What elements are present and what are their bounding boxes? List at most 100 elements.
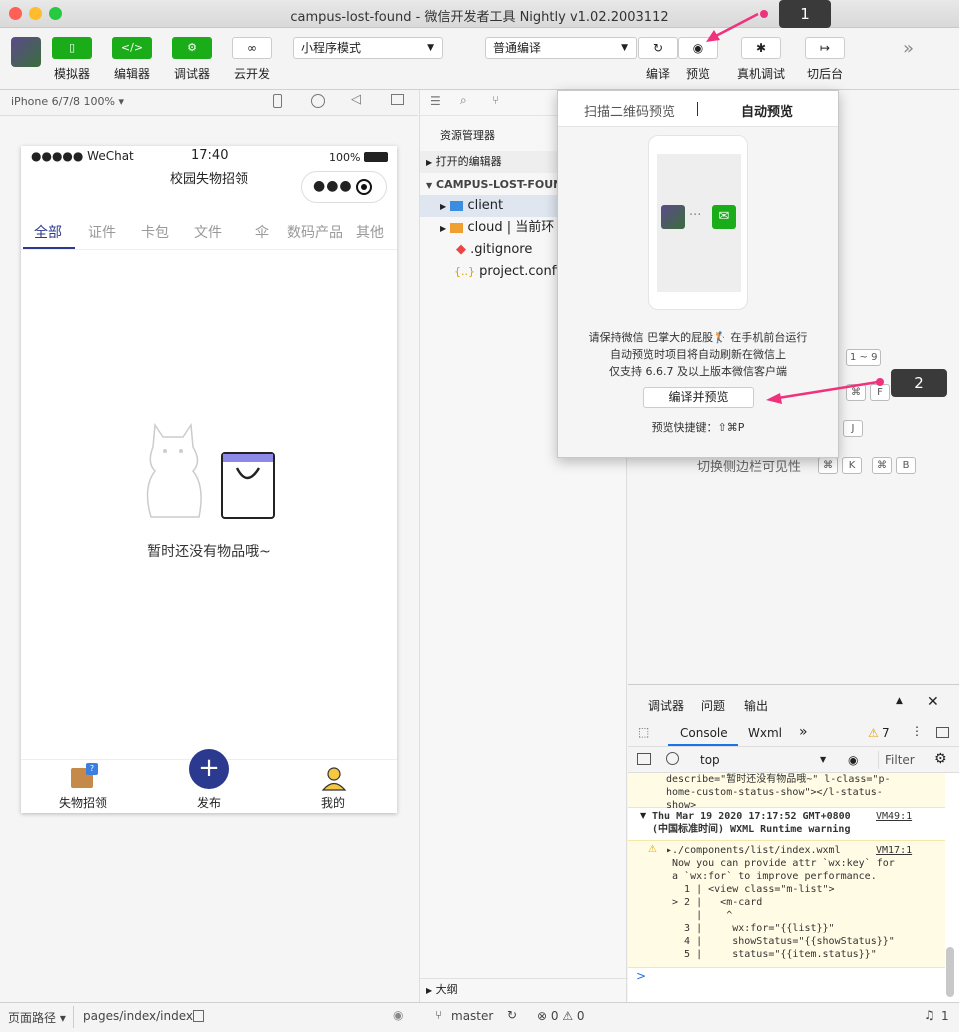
devtools-subtabs: ⬚ Console Wxml » ⚠ 7 ⋮ (628, 719, 959, 747)
chevron-down-icon[interactable]: ▼ (820, 755, 826, 764)
search-icon[interactable]: ⌕ (460, 93, 467, 108)
key-b: B (896, 457, 916, 474)
explorer-title: 资源管理器 (440, 129, 495, 142)
list-icon[interactable]: ☰ (430, 94, 441, 108)
expand-icon[interactable]: ▼ (640, 811, 646, 820)
git-icon: ◆ (456, 242, 466, 257)
cloud-label: 云开发 (233, 67, 270, 81)
chevron-down-icon: ▼ (427, 43, 434, 53)
copy-icon[interactable] (193, 1010, 204, 1022)
kebab-icon[interactable]: ⋮ (911, 724, 923, 738)
preview-shortcut-text: 预览快捷键：⇧⌘P (651, 421, 745, 434)
context-select[interactable]: top (700, 753, 720, 767)
gear-icon[interactable]: ⚙ (934, 751, 947, 767)
tab-digital[interactable]: 数码产品 (287, 222, 343, 242)
eye-icon[interactable]: ◉ (393, 1008, 403, 1022)
folder-icon (450, 200, 464, 211)
tab-all[interactable]: 全部 (34, 222, 62, 242)
phone-icon[interactable] (273, 94, 282, 108)
divider (73, 1006, 74, 1028)
simulator-label: 模拟器 (53, 67, 90, 81)
dots-text: ··· (689, 208, 702, 223)
warning-count: 7 (882, 726, 890, 740)
more-dots-icon[interactable]: ●●● (313, 178, 353, 194)
json-icon: {..} (454, 265, 475, 278)
toggle-sidebar-text: 切换侧边栏可见性 (697, 460, 802, 475)
compile-button[interactable]: ↻ (638, 37, 678, 59)
compile-select[interactable]: 普通编译 ▼ (485, 37, 637, 59)
bag-top (223, 454, 273, 462)
warning-link[interactable]: VM49:1 (876, 810, 912, 823)
publish-button[interactable]: + (189, 749, 229, 789)
window-icon[interactable] (391, 94, 404, 105)
popup-line1: 请保持微信 巴掌大的屁股🏌 在手机前台运行 (588, 331, 808, 344)
cloud-button[interactable]: ∞ (232, 37, 272, 59)
tab-mine-label[interactable]: 我的 (321, 794, 345, 811)
tab-console[interactable]: Console (680, 726, 728, 740)
arrow-2 (766, 378, 884, 404)
key-cmd: ⌘ (818, 457, 838, 474)
user-icon[interactable] (321, 765, 347, 791)
warning-file-link[interactable]: VM17:1 (876, 844, 912, 857)
bell-icon[interactable]: ♫ (924, 1008, 935, 1022)
sidebar-toggle-icon[interactable] (637, 753, 651, 765)
project-avatar[interactable] (11, 37, 41, 67)
tab-lost-label[interactable]: 失物招领 (59, 794, 107, 811)
page-path-select[interactable]: 页面路径 ▾ (8, 1009, 66, 1026)
simulator-button[interactable]: ▯ (52, 37, 92, 59)
simulator-bar: iPhone 6/7/8 100% ▾ ◁ (0, 90, 418, 116)
eye-icon[interactable]: ◉ (848, 753, 858, 767)
more-tabs-icon[interactable]: » (799, 724, 808, 740)
dock-icon[interactable] (936, 727, 949, 738)
phone-simulator: ●●●●● WeChat 17:40 100% 校园失物招领 ●●● 全部 证件… (21, 146, 397, 813)
mode-select[interactable]: 小程序模式 ▼ (293, 37, 443, 59)
problems-count[interactable]: ⊗ 0 ⚠ 0 (537, 1009, 585, 1023)
debugger-button[interactable]: ⚙ (172, 37, 212, 59)
tab-publish-label[interactable]: 发布 (197, 794, 221, 811)
popup-tabs: 扫描二维码预览 自动预览 (558, 91, 838, 127)
carrier-text: ●●●●● WeChat (31, 149, 134, 163)
tab-output[interactable]: 输出 (744, 697, 768, 714)
tab-auto-preview[interactable]: 自动预览 (741, 101, 793, 120)
tab-cards[interactable]: 卡包 (141, 222, 169, 242)
close-target-icon[interactable] (356, 179, 372, 195)
chevron-down-icon: ▼ (621, 43, 628, 53)
close-icon[interactable]: ✕ (927, 694, 939, 710)
tab-files[interactable]: 文件 (194, 222, 222, 242)
tab-id[interactable]: 证件 (88, 222, 116, 242)
console-prompt[interactable]: > (636, 969, 646, 983)
callout-1: 1 (779, 0, 831, 28)
record-icon[interactable] (311, 94, 325, 108)
tab-qr-preview[interactable]: 扫描二维码预览 (584, 101, 675, 120)
debugger-label: 调试器 (173, 67, 210, 81)
collapse-icon[interactable]: ▲ (896, 696, 903, 706)
branch-icon[interactable]: ⑂ (492, 93, 499, 107)
outline-header[interactable]: ▶ 大纲 (420, 978, 628, 1000)
mode-select-value: 小程序模式 (301, 41, 362, 55)
capsule-menu[interactable]: ●●● (301, 171, 387, 203)
status-bar: 页面路径 ▾ pages/index/index ◉ ⑂ master ↻ ⊗ … (0, 1002, 959, 1032)
scrollbar[interactable] (946, 947, 954, 997)
warning-body: ⚠ ▸./components/list/index.wxml VM17:1 N… (628, 840, 945, 968)
volume-icon[interactable]: ◁ (351, 92, 361, 107)
tab-umbrella[interactable]: 伞 (255, 222, 269, 242)
tab-issues[interactable]: 问题 (701, 697, 725, 714)
device-select[interactable]: iPhone 6/7/8 100% ▾ (11, 95, 124, 108)
filter-input[interactable]: Filter (878, 751, 918, 769)
editor-button[interactable]: </> (112, 37, 152, 59)
compile-preview-button[interactable]: 编译并预览 (643, 387, 754, 408)
git-branch[interactable]: master (451, 1009, 493, 1023)
warning-file[interactable]: ▸./components/list/index.wxml (666, 844, 841, 857)
folder-icon (450, 222, 464, 233)
key-k: K (842, 457, 862, 474)
tab-other[interactable]: 其他 (356, 222, 384, 242)
inspect-icon[interactable]: ⬚ (638, 725, 649, 739)
sync-icon[interactable]: ↻ (507, 1008, 517, 1022)
background-label: 切后台 (806, 67, 843, 81)
tab-debugger[interactable]: 调试器 (648, 697, 684, 714)
tab-bar: ? 失物招领 + 发布 我的 (21, 749, 397, 813)
tab-wxml[interactable]: Wxml (748, 726, 782, 740)
project-avatar (661, 205, 685, 229)
clear-console-icon[interactable] (666, 752, 679, 765)
more-icon[interactable]: » (903, 38, 914, 59)
